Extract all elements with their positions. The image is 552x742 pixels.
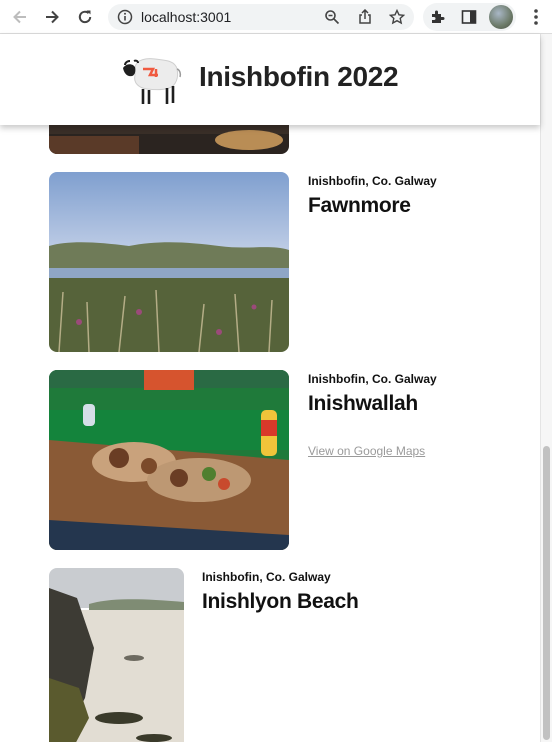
zoom-icon[interactable] bbox=[324, 9, 340, 25]
info-icon[interactable] bbox=[117, 9, 133, 25]
place-photo[interactable] bbox=[49, 568, 184, 742]
place-name: Fawnmore bbox=[308, 194, 411, 217]
site-title: Inishbofin 2022 bbox=[199, 61, 399, 92]
more-menu-icon[interactable] bbox=[526, 7, 546, 27]
site-header: Inishbofin 2022 bbox=[0, 34, 540, 125]
place-photo[interactable] bbox=[49, 172, 289, 352]
reload-icon[interactable] bbox=[74, 6, 96, 28]
places-list: Inishbofin, Co. Galway Fawnmore Inishbof… bbox=[0, 34, 540, 742]
url-text: localhost:3001 bbox=[141, 9, 232, 25]
back-arrow-icon[interactable] bbox=[9, 6, 31, 28]
place-photo[interactable] bbox=[49, 370, 289, 550]
place-name: Inishlyon Beach bbox=[202, 590, 359, 613]
page-scrollbar-thumb[interactable] bbox=[543, 446, 550, 740]
google-maps-link[interactable]: View on Google Maps bbox=[308, 444, 425, 458]
place-location: Inishbofin, Co. Galway bbox=[308, 174, 437, 188]
place-location: Inishbofin, Co. Galway bbox=[308, 372, 437, 386]
address-bar[interactable]: localhost:3001 bbox=[108, 4, 414, 30]
extensions-icon[interactable] bbox=[430, 9, 446, 25]
forward-arrow-icon[interactable] bbox=[41, 6, 63, 28]
browser-toolbar: localhost:3001 bbox=[0, 0, 552, 34]
profile-avatar[interactable] bbox=[489, 5, 513, 29]
extensions-area bbox=[423, 3, 516, 31]
place-name: Inishwallah bbox=[308, 392, 418, 415]
bookmark-star-icon[interactable] bbox=[389, 9, 405, 25]
side-panel-icon[interactable] bbox=[461, 9, 477, 25]
sheep-logo bbox=[123, 58, 182, 104]
place-location: Inishbofin, Co. Galway bbox=[202, 570, 331, 584]
share-icon[interactable] bbox=[357, 9, 373, 25]
